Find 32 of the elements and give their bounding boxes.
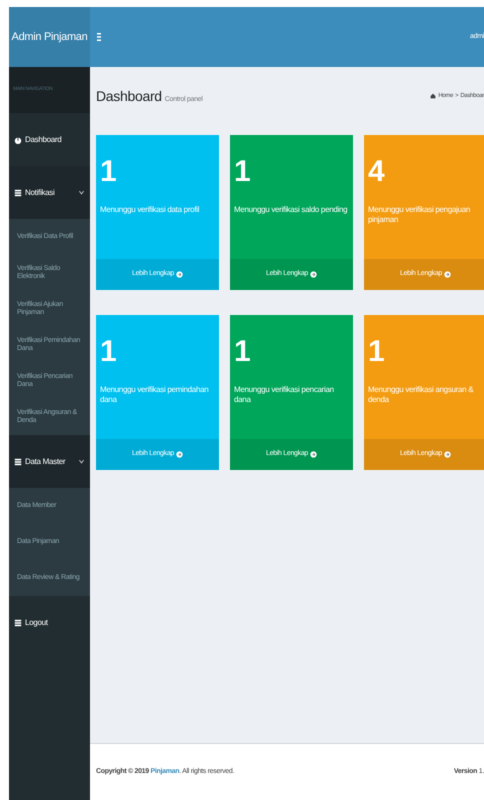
stat-label: Menunggu verifikasi saldo pending [234,205,348,215]
stat-label: Menunggu verifikasi angsuran & denda [368,385,474,404]
stat-count: 1 [100,157,118,187]
stat-count: 1 [368,337,386,367]
stat-count: 4 [368,157,386,187]
stat-count: 1 [100,337,118,367]
arrow-circle-icon [176,451,184,458]
page-title: Dashboard [96,86,162,106]
arrow-circle-icon [310,271,318,278]
chevron-icon [78,458,85,465]
stat-label: Menunggu verifikasi pencarian dana [234,385,335,404]
sidebar-item[interactable]: Notifikasi [9,166,90,219]
gauge-icon [14,136,22,144]
brand-logo[interactable]: Admin Pinjaman [9,7,90,67]
stat-label: Menunggu verifikasi pengajuan pinjaman [368,205,472,224]
list-icon [14,458,22,466]
arrow-circle-icon [444,451,452,458]
home-icon [430,93,436,99]
sidebar-item[interactable]: Dashboard [9,113,90,166]
stat-count: 1 [234,337,252,367]
chevron-icon [78,189,85,196]
menu-toggle[interactable] [94,32,104,42]
arrow-circle-icon [176,271,184,278]
list-icon [14,188,22,196]
list-icon [14,618,22,626]
sidebar-item[interactable]: Logout [9,596,90,649]
stat-label: Menunggu verifikasi data profil [100,205,200,215]
sidebar-item[interactable]: Data Master [9,435,90,488]
stat-label: Menunggu verifikasi pemindahan dana [100,385,210,404]
arrow-circle-icon [310,451,318,458]
arrow-circle-icon [444,271,452,278]
stat-count: 1 [234,157,252,187]
